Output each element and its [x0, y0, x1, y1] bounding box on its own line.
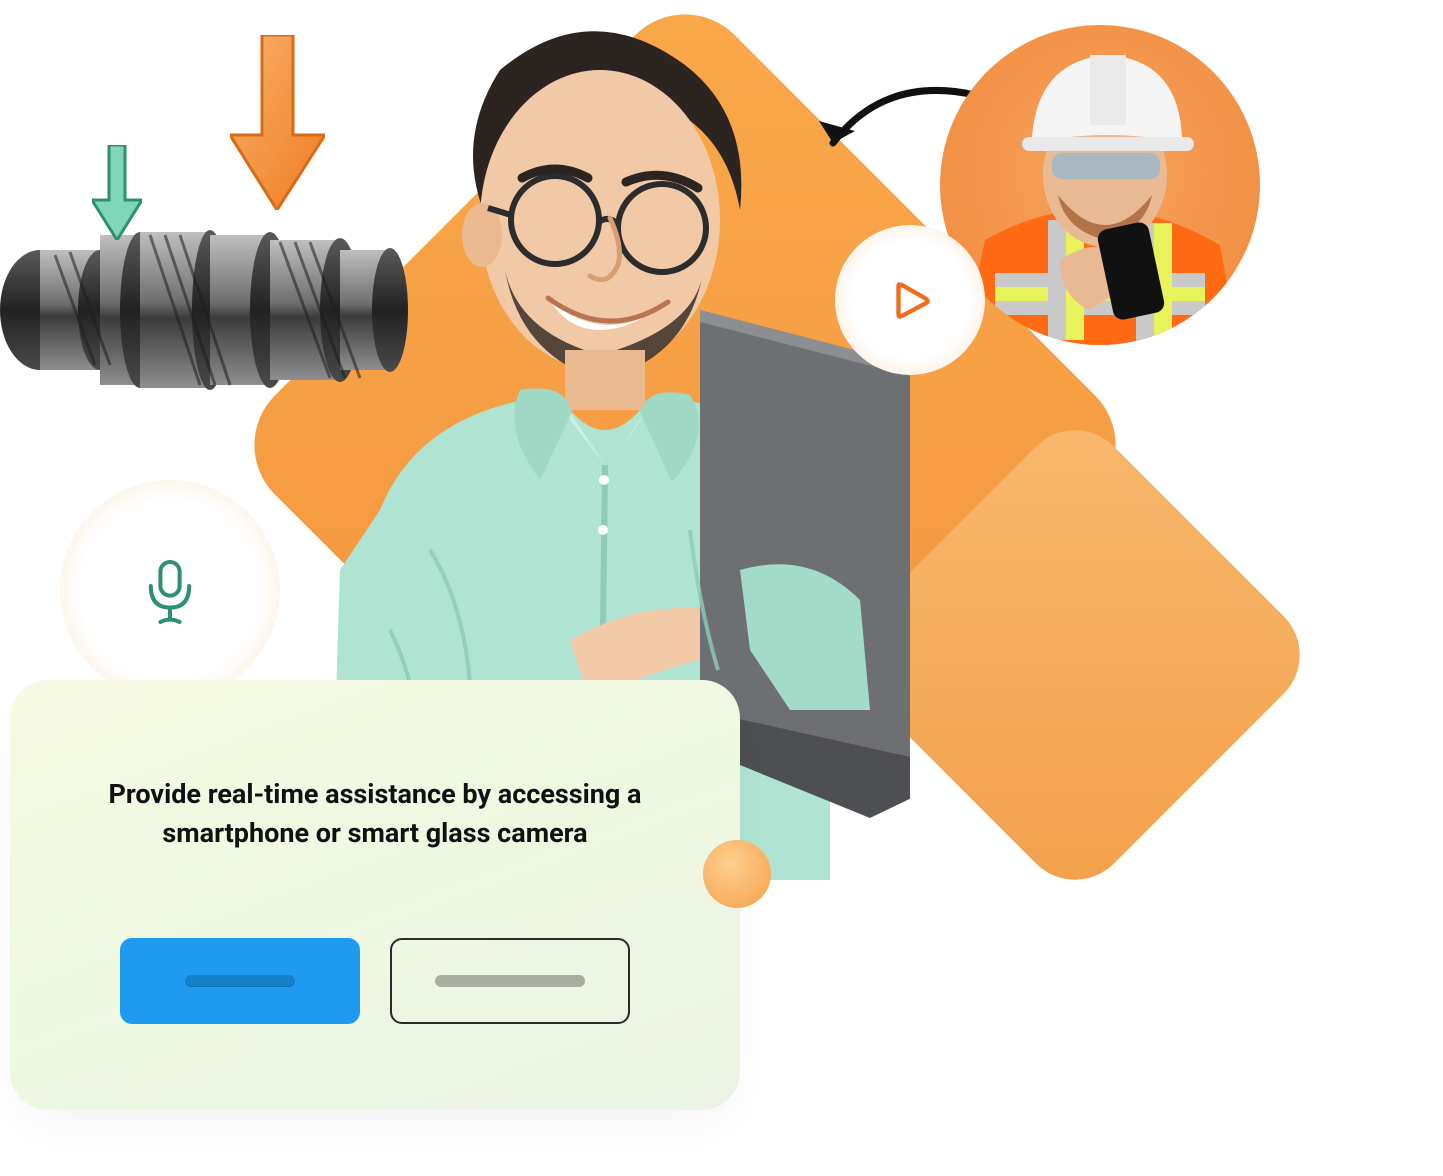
play-icon[interactable] — [835, 225, 985, 375]
secondary-button[interactable] — [390, 938, 630, 1024]
primary-button[interactable] — [120, 938, 360, 1024]
promo-composition: Provide real-time assistance by accessin… — [0, 0, 1443, 1176]
info-card-headline: Provide real-time assistance by accessin… — [108, 775, 641, 853]
microphone-icon[interactable] — [60, 480, 280, 700]
technician-avatar — [940, 25, 1260, 345]
info-card: Provide real-time assistance by accessin… — [10, 680, 740, 1110]
headline-line2: smartphone or smart glass camera — [162, 817, 587, 849]
secondary-button-label — [435, 975, 585, 987]
accent-dot — [703, 840, 771, 908]
headline-line1: Provide real-time assistance by accessin… — [108, 778, 641, 810]
button-row — [120, 938, 630, 1024]
primary-button-label — [185, 975, 295, 987]
down-arrow-icon — [92, 145, 142, 240]
